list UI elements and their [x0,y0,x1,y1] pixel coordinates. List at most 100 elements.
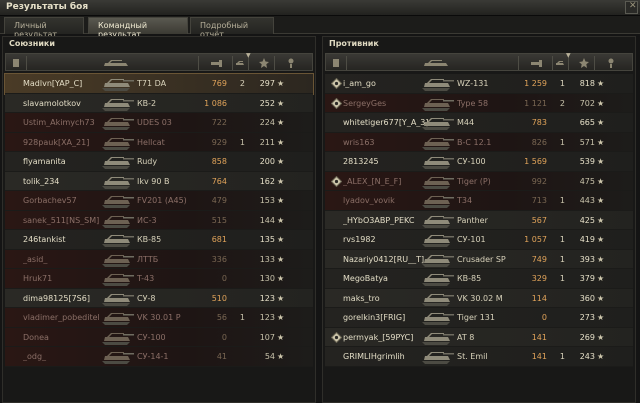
xp-value: 393 [579,254,595,264]
medal-icon[interactable] [606,57,616,69]
table-row[interactable]: flyamanita Rudy 858 200 ★ [5,152,313,172]
tank-icon [102,118,134,130]
damage-value: 929 [211,137,227,147]
tab-team-result[interactable]: Командный результат [88,17,188,39]
damage-value: 722 [211,118,227,127]
damage-value: 1 569 [524,157,547,166]
table-row[interactable]: tolik_234 Ikv 90 B 764 162 ★ [5,171,313,191]
close-button[interactable]: ✕ [625,1,638,14]
tank-name: СУ-8 [137,293,156,303]
kills-value: 1 [559,254,565,264]
table-row[interactable]: permyak_[59PYC] AT 8 141 269 ★ [325,327,633,347]
damage-icon[interactable] [210,57,224,69]
table-row[interactable]: vladimer_pobeditel VK 30.01 P 56 1 123 ★ [5,308,313,328]
xp-value: 419 [579,235,595,244]
damage-value: 0 [221,332,227,342]
xp-value: 475 [579,176,595,186]
tank-column-icon[interactable] [422,57,452,69]
table-row[interactable]: 2813245 СУ-100 1 569 539 ★ [325,152,633,172]
tank-name: M44 [457,118,475,127]
table-row[interactable]: sanek_511[NS_SM] ИС-3 515 144 ★ [5,210,313,230]
tank-icon [422,79,454,91]
table-row[interactable]: whitetiger677[Y_A_3] M44 783 665 ★ [325,113,633,133]
window-titlebar: Результаты боя ✕ [0,0,640,16]
table-row[interactable]: Nazariy0412[RU__T] Crusader SP 749 1 393 ★ [325,249,633,269]
close-icon: ✕ [629,1,637,11]
table-row[interactable]: rvs1982 СУ-101 1 057 1 419 ★ [325,230,633,250]
table-row[interactable]: 246tankist КВ-85 681 135 ★ [5,230,313,250]
tank-icon [102,137,134,150]
tank-name: St. Emil [457,352,488,361]
star-icon: ★ [277,79,285,88]
tank-name: Panther [457,215,488,225]
table-row[interactable]: SergeyGes Type 58 1 121 2 702 ★ [325,93,633,113]
table-row[interactable]: slavamolotkov КВ-2 1 086 252 ★ [5,93,313,113]
table-row[interactable]: _odg_ СУ-14-1 41 54 ★ [5,347,313,367]
xp-value: 211 [259,137,275,147]
table-row[interactable]: Hruk71 T-43 0 130 ★ [5,269,313,289]
kills-icon[interactable] [554,57,566,69]
xp-value: 123 [259,313,275,322]
tab-detailed-report[interactable]: Подробный отчёт [190,17,274,39]
damage-value: 858 [211,157,227,166]
tank-icon [102,274,134,286]
tank-name: КВ-2 [137,98,157,108]
kills-value: 1 [559,137,565,147]
player-icon[interactable] [11,57,21,69]
damage-icon[interactable] [530,57,544,69]
table-row[interactable]: Donea СУ-100 0 107 ★ [5,327,313,347]
table-row[interactable]: MegoBatya КВ-85 329 1 379 ★ [325,269,633,289]
enemies-header: ▼ [325,52,633,71]
star-icon: ★ [277,176,285,186]
table-row[interactable]: wris163 B-C 12.1 826 1 571 ★ [325,132,633,152]
table-row[interactable]: lyadov_vovik T34 713 1 443 ★ [325,191,633,211]
xp-value: 133 [259,254,275,264]
tank-column-icon[interactable] [102,57,132,69]
allies-list: Madlvn[YAP_C] T71 DA 769 2 297 ★ slavamolotkov… [4,73,314,367]
star-icon: ★ [277,332,285,342]
tank-name: КВ-85 [457,274,482,283]
table-row[interactable]: _HYbO3ABP_PEKC Panther 567 425 ★ [325,210,633,230]
table-row[interactable]: dima98125[7S6] СУ-8 510 123 ★ [5,288,313,308]
xp-value: 135 [259,235,275,244]
tank-name: Crusader SP [457,254,506,264]
tank-icon [102,196,134,208]
tab-personal-result[interactable]: Личный результат [4,17,84,39]
table-row[interactable]: 928pauk[XA_21] Hellcat 929 1 211 ★ [5,132,313,152]
damage-value: 510 [211,293,227,303]
xp-icon[interactable] [578,57,590,69]
xp-value: 818 [579,79,595,88]
table-row[interactable]: maks_tro VK 30.02 M 114 360 ★ [325,288,633,308]
tank-name: B-C 12.1 [457,137,492,147]
xp-value: 425 [579,215,595,225]
tank-name: WZ-131 [457,79,489,88]
star-icon: ★ [277,137,285,147]
table-row[interactable]: GRIMLIHgrimlih St. Emil 141 1 243 ★ [325,347,633,367]
xp-value: 379 [579,274,595,283]
tank-name: T-43 [137,274,155,283]
table-row[interactable]: _ALEX_[N_E_F] Tiger (P) 992 475 ★ [325,171,633,191]
table-row[interactable]: gorelkin3[FRIG] Tiger 131 0 273 ★ [325,308,633,328]
tank-icon [422,352,454,364]
table-row[interactable]: _asid_ ЛТТБ 336 133 ★ [5,249,313,269]
kills-value: 1 [559,352,565,361]
table-row[interactable]: Madlvn[YAP_C] T71 DA 769 2 297 ★ [4,73,314,95]
xp-value: 273 [579,313,595,322]
damage-value: 749 [531,254,547,264]
damage-value: 479 [211,196,227,205]
table-row[interactable]: Ustim_Akimych73 UDES 03 722 224 ★ [5,113,313,133]
tank-name: UDES 03 [137,118,172,127]
table-row[interactable]: i_am_go WZ-131 1 259 1 818 ★ [325,74,633,94]
enemies-list: i_am_go WZ-131 1 259 1 818 ★ SergeyGes Type 58 1… [325,74,633,367]
xp-value: 360 [579,293,595,303]
xp-value: 665 [579,118,595,127]
damage-value: 769 [211,79,227,88]
tank-icon [102,215,134,228]
table-row[interactable]: Gorbachev57 FV201 (A45) 479 153 ★ [5,191,313,211]
medal-icon[interactable] [286,57,296,69]
star-icon: ★ [597,274,605,283]
xp-icon[interactable] [258,57,270,69]
player-icon[interactable] [331,57,341,69]
tank-icon [422,215,454,228]
kills-icon[interactable] [234,57,246,69]
